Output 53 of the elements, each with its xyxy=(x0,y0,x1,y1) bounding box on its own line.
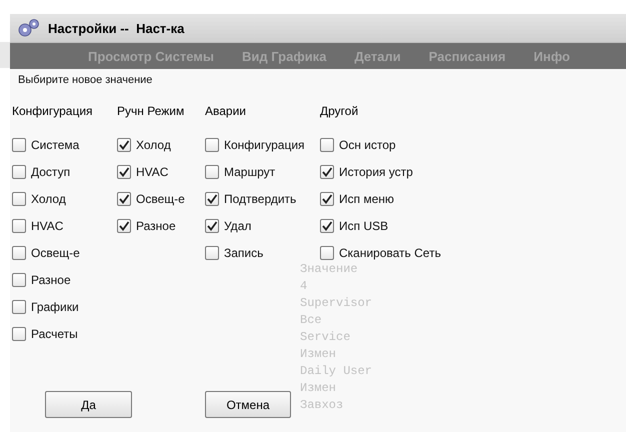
checkbox-label: Расчеты xyxy=(31,326,78,340)
dialog-title: Настройки -- Наст-ка xyxy=(48,20,184,36)
checkbox-label: Графики xyxy=(31,300,79,314)
checkbox-label: Запись xyxy=(224,246,264,260)
checkbox[interactable] xyxy=(205,164,219,178)
checkbox[interactable] xyxy=(117,192,131,206)
checkbox[interactable] xyxy=(12,192,26,206)
checkbox[interactable] xyxy=(12,218,26,232)
checkbox-label: Осн истор xyxy=(339,138,396,152)
checkbox-label: История устр xyxy=(339,164,413,178)
checkbox-label: Подтвердить xyxy=(224,192,296,206)
checkbox[interactable] xyxy=(320,218,334,232)
checkbox-label: Удал xyxy=(224,218,252,232)
checkbox[interactable] xyxy=(205,218,219,232)
checkbox[interactable] xyxy=(320,246,334,260)
checkbox-label: Маршрут xyxy=(224,164,276,178)
checkbox[interactable] xyxy=(205,192,219,206)
checkbox-label: Освещ-е xyxy=(31,246,80,260)
checkbox[interactable] xyxy=(12,246,26,260)
checkbox[interactable] xyxy=(12,272,26,286)
checkbox-label: Конфигурация xyxy=(224,138,305,152)
checkbox[interactable] xyxy=(205,138,219,152)
checkbox[interactable] xyxy=(205,246,219,260)
checkbox-label: Холод xyxy=(136,138,171,152)
checkbox-label: Исп меню xyxy=(339,192,394,206)
checkbox-label: Холод xyxy=(31,192,66,206)
checkbox[interactable] xyxy=(117,138,131,152)
column-heading: Другой xyxy=(320,104,360,120)
checkbox[interactable] xyxy=(12,326,26,340)
checkbox-label: Сканировать Сеть xyxy=(339,246,441,260)
checkbox[interactable] xyxy=(320,164,334,178)
dialog-button[interactable]: Отмена xyxy=(205,391,291,418)
checkbox[interactable] xyxy=(117,164,131,178)
checkbox[interactable] xyxy=(117,218,131,232)
checkbox[interactable] xyxy=(12,164,26,178)
checkbox[interactable] xyxy=(320,192,334,206)
gears-icon xyxy=(16,17,42,39)
checkbox[interactable] xyxy=(12,138,26,152)
checkbox-label: Освещ-е xyxy=(136,192,185,206)
checkbox-label: Разное xyxy=(136,218,176,232)
checkbox-label: HVAC xyxy=(136,164,168,178)
checkbox-label: HVAC xyxy=(31,218,64,232)
checkbox-label: Разное xyxy=(31,272,71,286)
checkbox-label: Система xyxy=(31,138,80,152)
checkbox[interactable] xyxy=(320,138,334,152)
column-heading: Конфигурация xyxy=(12,104,94,120)
checkbox[interactable] xyxy=(12,300,26,314)
checkbox-label: Доступ xyxy=(31,164,70,178)
checkbox-label: Исп USB xyxy=(339,218,388,232)
column-heading: Аварии xyxy=(205,104,247,120)
column-heading: Ручн Режим xyxy=(117,104,186,120)
prompt-text: Выбирите новое значение xyxy=(18,74,154,86)
dialog-button[interactable]: Да xyxy=(45,391,132,418)
